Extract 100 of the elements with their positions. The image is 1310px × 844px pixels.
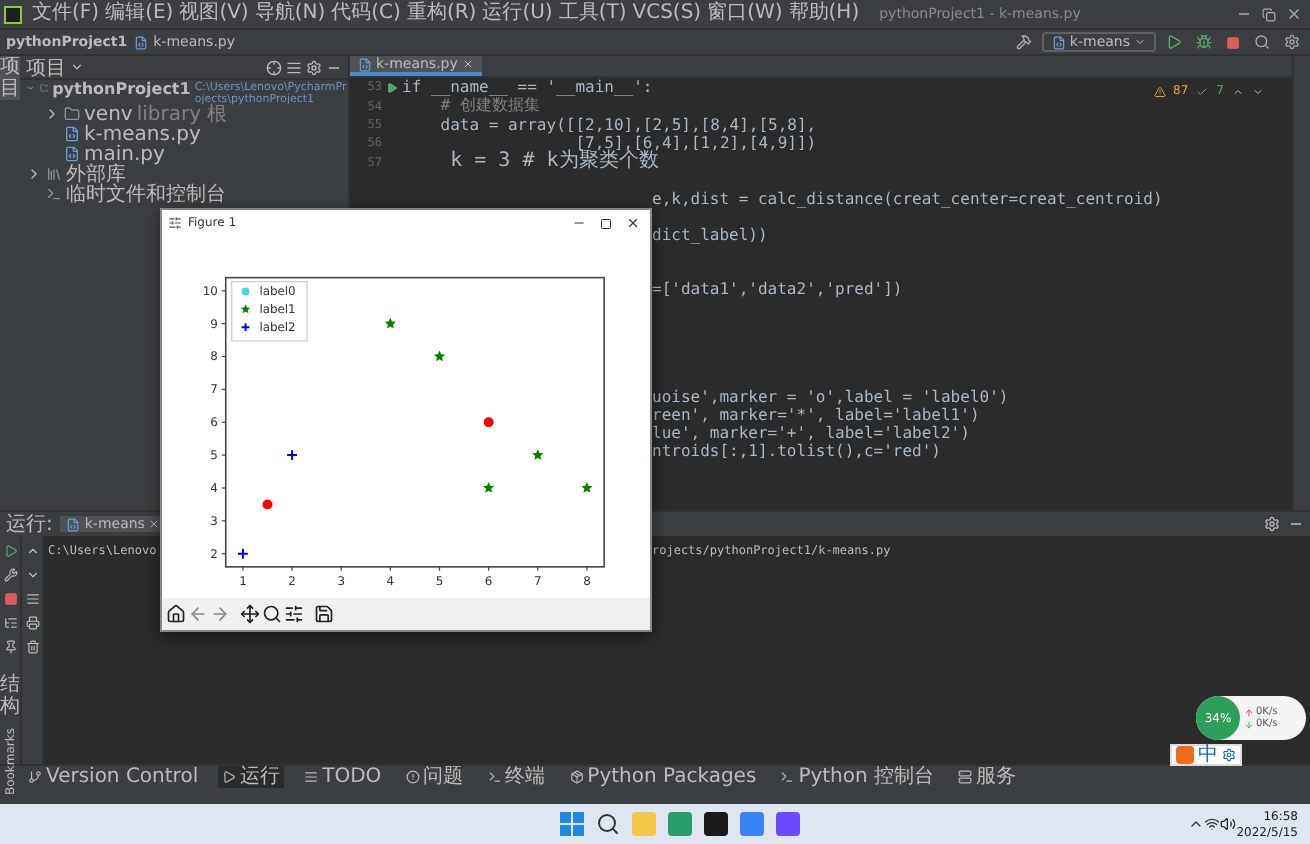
next-icon[interactable] — [1252, 85, 1264, 97]
menu-item[interactable]: 编辑(E) — [103, 2, 176, 26]
app-icon[interactable] — [776, 812, 801, 836]
python-file-icon — [66, 517, 81, 531]
home-icon[interactable] — [166, 604, 186, 625]
hammer-icon[interactable] — [1011, 34, 1036, 50]
warning-icon — [1153, 85, 1166, 97]
tree-item[interactable]: main.py — [20, 146, 348, 166]
browser-app-icon[interactable] — [668, 812, 693, 836]
ide-app-icon[interactable] — [704, 812, 729, 836]
code-line: [7,5],[6,4],[1,2],[4,9]]) — [575, 135, 817, 151]
tree-item[interactable]: 临时文件和控制台 — [20, 186, 348, 206]
menu-item[interactable]: 重构(R) — [404, 2, 479, 26]
settings-icon[interactable] — [1264, 516, 1280, 532]
alert-icon — [405, 770, 420, 784]
rerun-icon[interactable] — [3, 544, 17, 558]
menu-item[interactable]: 运行(U) — [480, 2, 555, 26]
menu-item[interactable]: 导航(N) — [252, 2, 328, 26]
code-line: lue', marker='+', label='label2') — [652, 424, 970, 442]
tool-window-button[interactable]: Version Control — [24, 766, 203, 788]
tree-item[interactable]: 外部库 — [20, 166, 348, 186]
scatter-point — [532, 448, 544, 460]
tree-item[interactable]: k-means.py — [20, 126, 348, 146]
play-icon — [222, 770, 237, 784]
tree-label: 外部库 — [66, 166, 126, 186]
app-icon[interactable] — [740, 812, 765, 836]
branch-icon — [28, 770, 42, 784]
tree-note: library 根 — [136, 106, 228, 126]
tool-window-button[interactable]: 服务 — [954, 766, 1021, 788]
terminal-icon — [780, 770, 795, 784]
run-icon[interactable] — [386, 81, 398, 93]
restore-icon[interactable] — [1258, 7, 1280, 21]
wifi-icon[interactable] — [1204, 816, 1221, 832]
pin-icon[interactable] — [3, 640, 17, 654]
input-method-logo — [1176, 746, 1194, 764]
tree-label: venv — [84, 106, 133, 126]
scatter-point — [483, 481, 495, 493]
stop-icon[interactable] — [3, 592, 17, 606]
down-icon[interactable] — [25, 568, 39, 582]
previous-icon[interactable] — [1232, 85, 1244, 97]
stop-icon[interactable] — [1222, 35, 1244, 49]
tool-window-button[interactable]: TODO — [300, 766, 386, 788]
package-icon — [569, 770, 584, 784]
tool-window-button[interactable]: 终端 — [483, 766, 550, 788]
layout-icon[interactable] — [3, 616, 17, 630]
save-icon[interactable] — [314, 604, 334, 625]
scatter-point — [237, 547, 249, 560]
code-line: data = array([[2,10],[2,5],[8,4],[5,8], — [438, 117, 817, 133]
tool-window-button[interactable]: Python 控制台 — [776, 766, 939, 788]
sliders-icon[interactable] — [284, 604, 304, 625]
code-line: reen', marker='*', label='label1') — [652, 406, 980, 424]
print-icon[interactable] — [25, 616, 39, 630]
maximize-icon[interactable] — [596, 217, 616, 230]
menu-item[interactable]: 视图(V) — [177, 2, 251, 26]
settings-icon[interactable] — [306, 59, 322, 75]
debug-icon[interactable] — [1192, 34, 1216, 50]
tool-window-button[interactable]: 问题 — [401, 766, 468, 788]
tree-label: main.py — [84, 146, 165, 166]
dropdown-icon[interactable] — [70, 60, 84, 74]
console-icon — [46, 186, 62, 202]
code-line: if __name__ == '__main__': — [402, 79, 653, 95]
menu-item[interactable]: 窗口(W) — [705, 2, 785, 26]
tool-window-button[interactable]: Python Packages — [565, 766, 761, 788]
menu-item[interactable]: 代码(C) — [329, 2, 403, 26]
check-icon — [1196, 85, 1209, 97]
up-icon[interactable] — [25, 544, 39, 558]
server-icon — [958, 770, 973, 784]
code-line: dict_label)) — [652, 226, 768, 244]
tray-expand-icon[interactable] — [1188, 816, 1205, 832]
dropdown-icon — [1134, 36, 1146, 48]
list-icon — [304, 770, 319, 784]
tool-window-tab[interactable]: 项目 — [0, 56, 20, 100]
menu-item[interactable]: VCS(S) — [630, 2, 704, 26]
settings-icon[interactable] — [1280, 34, 1304, 50]
app-logo — [4, 5, 22, 23]
library-icon — [46, 166, 62, 182]
down-arrow-icon — [1244, 719, 1254, 729]
menu-item[interactable]: 工具(T) — [556, 2, 629, 26]
up-arrow-icon — [1244, 707, 1254, 717]
code-line: k = 3 # k为聚类个数 — [448, 152, 659, 172]
wrench-icon[interactable] — [3, 568, 17, 582]
pan-icon[interactable] — [240, 604, 260, 625]
locate-icon[interactable] — [266, 59, 282, 75]
settings-icon[interactable] — [1222, 748, 1236, 762]
input-mode[interactable]: 中 — [1198, 745, 1218, 765]
tree-item[interactable]: venv library 根 — [20, 106, 348, 126]
python-file-icon — [1051, 35, 1066, 49]
search-icon[interactable] — [1250, 34, 1274, 50]
zoom-icon[interactable] — [262, 604, 282, 625]
folder-icon — [64, 106, 80, 122]
tool-window-tab[interactable]: 结构 — [0, 674, 20, 718]
code-line: =['data1','data2','pred']) — [652, 280, 903, 298]
start-icon[interactable] — [560, 812, 585, 836]
tool-window-button[interactable]: 运行 — [218, 766, 285, 788]
search-icon[interactable] — [596, 812, 621, 836]
forward-icon[interactable] — [210, 604, 230, 625]
trash-icon[interactable] — [25, 640, 39, 654]
menu-item[interactable]: 帮助(H) — [786, 2, 862, 26]
menu-item[interactable]: 文件(F) — [30, 2, 102, 26]
volume-icon[interactable] — [1220, 816, 1237, 832]
